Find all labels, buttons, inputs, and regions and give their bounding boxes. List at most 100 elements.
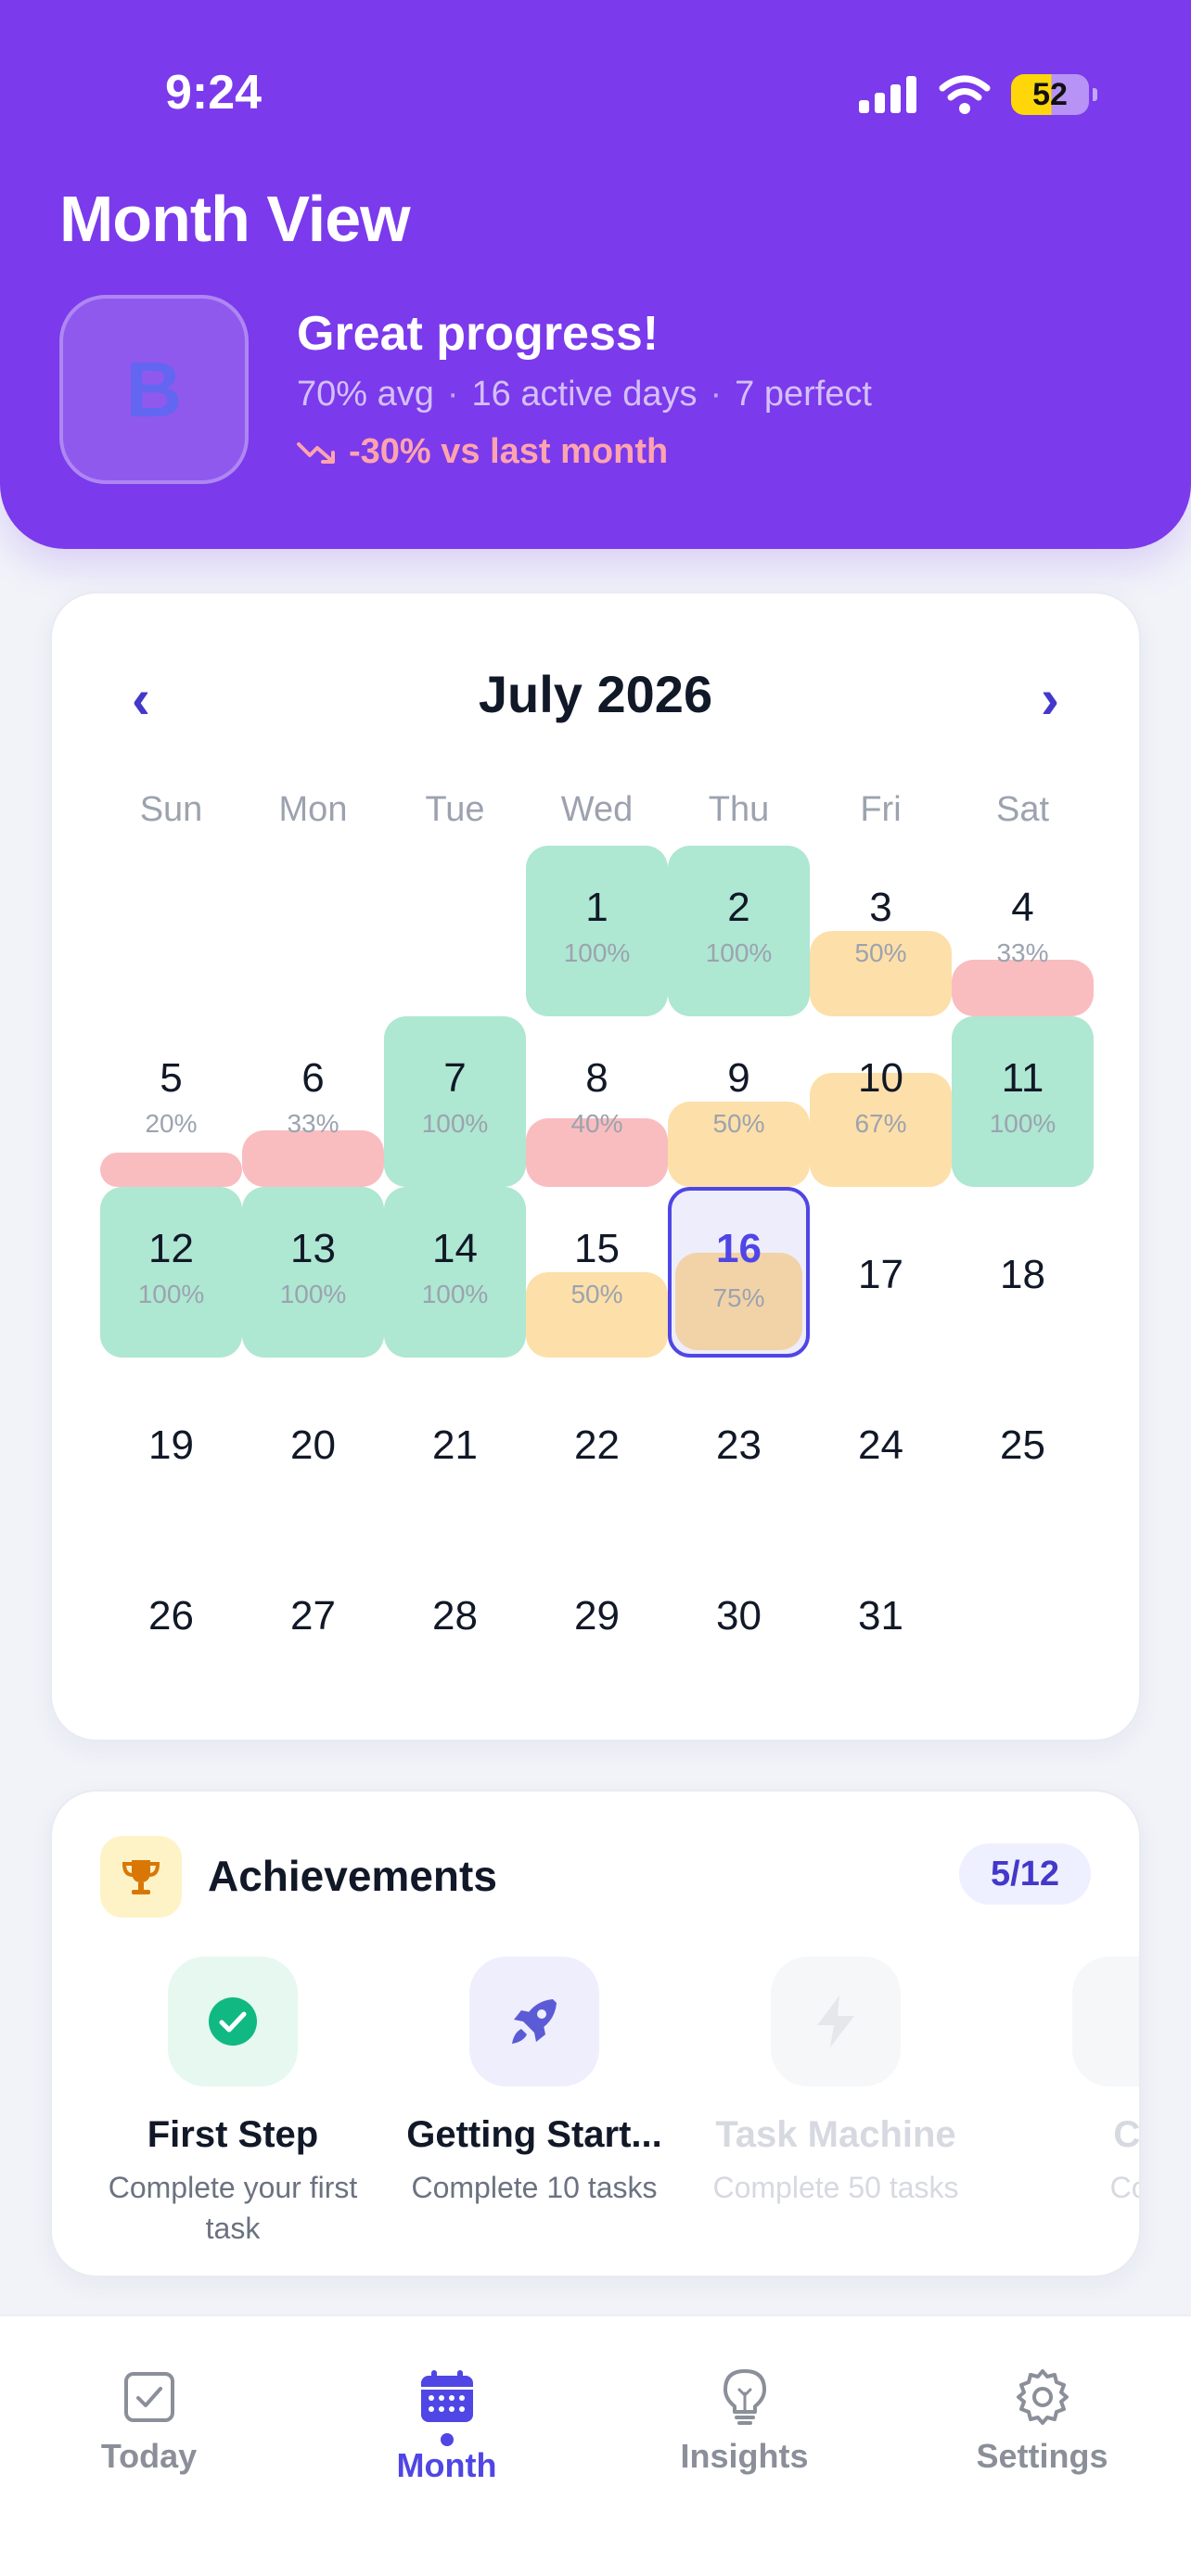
day-percentage: 50% (854, 938, 907, 967)
avatar[interactable]: B (59, 295, 249, 484)
progress-title: Great progress! (297, 307, 660, 361)
calendar-day-31[interactable]: 31 (810, 1528, 952, 1699)
badge-description: Complete your first task (108, 2171, 358, 2245)
badge-task-machine[interactable]: Task Machine Complete 50 tasks (697, 1957, 975, 2208)
calendar-day-21[interactable]: 21 (384, 1358, 526, 1528)
calendar-day-12[interactable]: 12 100% (100, 1187, 242, 1358)
day-number: 16 (716, 1226, 762, 1271)
trend-indicator: -30% vs last month (297, 432, 668, 472)
progress-stats: 70% avg · 16 active days · 7 perfect (297, 375, 872, 414)
badge-getting-started[interactable]: Getting Start... Complete 10 tasks (395, 1957, 673, 2208)
badge-partial[interactable]: Ce Con (998, 1957, 1139, 2208)
calendar-day-23[interactable]: 23 (668, 1358, 810, 1528)
calendar-day-22[interactable]: 22 (526, 1358, 668, 1528)
day-percentage: 40% (570, 1109, 623, 1138)
status-time: 9:24 (165, 66, 263, 120)
tab-label: Today (100, 2437, 198, 2475)
calendar-day-6[interactable]: 6 33% (242, 1016, 384, 1187)
calendar-day-28[interactable]: 28 (384, 1528, 526, 1699)
tab-insights[interactable]: Insights (596, 2363, 893, 2476)
day-number: 13 (290, 1226, 336, 1271)
calendar-day-1[interactable]: 1 100% (526, 846, 668, 1016)
calendar-day-20[interactable]: 20 (242, 1358, 384, 1528)
day-percentage: 50% (570, 1280, 623, 1308)
tab-today[interactable]: Today (0, 2363, 298, 2476)
battery-indicator: 52 (1011, 74, 1097, 115)
day-number: 21 (432, 1422, 478, 1468)
calendar-day-29[interactable]: 29 (526, 1528, 668, 1699)
day-number: 19 (148, 1422, 194, 1468)
calendar-day-3[interactable]: 3 50% (810, 846, 952, 1016)
calendar-day-5[interactable]: 5 20% (100, 1016, 242, 1187)
day-percentage: 50% (712, 1109, 765, 1138)
day-number: 20 (290, 1422, 336, 1468)
day-number: 23 (716, 1422, 762, 1468)
calendar-day-4[interactable]: 4 33% (952, 846, 1094, 1016)
day-number: 5 (160, 1055, 183, 1101)
day-percentage: 100% (705, 938, 773, 967)
day-progress-fill (242, 1187, 384, 1358)
day-progress-fill (952, 960, 1094, 1016)
day-number: 12 (148, 1226, 194, 1271)
day-percentage: 100% (137, 1280, 205, 1308)
trend-text: -30% vs last month (349, 432, 669, 471)
day-number: 25 (1000, 1422, 1045, 1468)
badge-icon-box (168, 1957, 298, 2086)
calendar-day-11[interactable]: 11 100% (952, 1016, 1094, 1187)
calendar-day-13[interactable]: 13 100% (242, 1187, 384, 1358)
day-progress-fill (384, 1187, 526, 1358)
calendar-day-26[interactable]: 26 (100, 1528, 242, 1699)
calendar-day-27[interactable]: 27 (242, 1528, 384, 1699)
day-percentage: 75% (712, 1283, 765, 1312)
tab-label: Settings (976, 2437, 1108, 2475)
active-tab-dot (440, 2433, 454, 2446)
day-percentage: 67% (854, 1109, 907, 1138)
day-number: 31 (858, 1593, 903, 1639)
stat-separator: · (446, 375, 459, 414)
lightning-icon (817, 1996, 854, 2047)
day-progress-fill (242, 1130, 384, 1187)
calendar-card: ‹ July 2026 › Sun Mon Tue Wed Thu Fri Sa… (50, 592, 1141, 1741)
calendar-day-18[interactable]: 18 (952, 1187, 1094, 1358)
day-number: 10 (858, 1055, 903, 1101)
trend-down-icon (297, 441, 335, 464)
day-number: 4 (1011, 885, 1034, 930)
calendar-day-14[interactable]: 14 100% (384, 1187, 526, 1358)
calendar-day-2[interactable]: 2 100% (668, 846, 810, 1016)
tab-icon-wrap (596, 2363, 893, 2431)
calendar-day-24[interactable]: 24 (810, 1358, 952, 1528)
checkbox-icon (123, 2372, 174, 2422)
stat-average: 70% avg (297, 375, 434, 414)
day-number: 15 (574, 1226, 620, 1271)
calendar-icon (420, 2370, 473, 2422)
badge-name: First Step (147, 2114, 319, 2155)
calendar-day-10[interactable]: 10 67% (810, 1016, 952, 1187)
calendar-day-19[interactable]: 19 (100, 1358, 242, 1528)
day-number: 30 (716, 1593, 762, 1639)
calendar-day-16[interactable]: 16 75% (668, 1187, 810, 1358)
day-percentage: 33% (996, 938, 1049, 967)
calendar-day-30[interactable]: 30 (668, 1528, 810, 1699)
day-percentage: 100% (421, 1109, 489, 1138)
calendar-day-25[interactable]: 25 (952, 1358, 1094, 1528)
calendar-day-9[interactable]: 9 50% (668, 1016, 810, 1187)
tab-bar: Today Month Insights Settings (0, 2315, 1191, 2576)
badge-name: Task Machine (715, 2114, 956, 2155)
achievements-title: Achievements (208, 1852, 497, 1900)
calendar-day-15[interactable]: 15 50% (526, 1187, 668, 1358)
day-number: 2 (727, 885, 750, 930)
calendar-grid: 1 100% 2 100% 3 50% 4 33% 5 20% 6 33% 7 100% 8 40% 9 50% 1… (52, 593, 1143, 1743)
day-number: 17 (858, 1252, 903, 1297)
badge-first-step[interactable]: First Step Complete your first task (94, 1957, 372, 2249)
day-number: 7 (443, 1055, 467, 1101)
tab-month[interactable]: Month (298, 2363, 596, 2485)
day-percentage: 100% (279, 1280, 347, 1308)
day-number: 11 (1001, 1055, 1044, 1101)
calendar-day-17[interactable]: 17 (810, 1187, 952, 1358)
calendar-day-8[interactable]: 8 40% (526, 1016, 668, 1187)
calendar-day-7[interactable]: 7 100% (384, 1016, 526, 1187)
day-percentage: 100% (421, 1280, 489, 1308)
tab-settings[interactable]: Settings (893, 2363, 1191, 2476)
achievements-count-badge[interactable]: 5/12 (959, 1843, 1091, 1905)
tab-label: Insights (680, 2437, 809, 2475)
